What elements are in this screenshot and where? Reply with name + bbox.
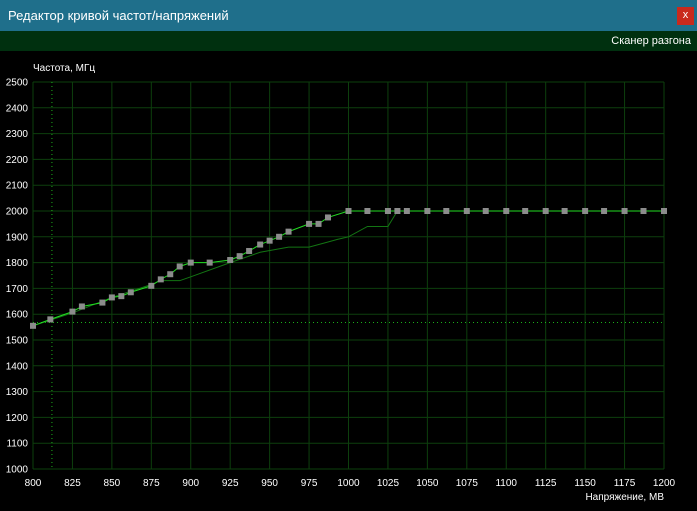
curve-point[interactable] [463,208,470,214]
curve-point[interactable] [118,293,125,300]
x-tick-label: 1200 [653,478,676,489]
curve-point[interactable] [30,322,36,329]
y-tick-label: 1000 [6,465,29,476]
close-button[interactable]: x [677,7,694,25]
x-tick-label: 975 [301,478,318,489]
curve-point[interactable] [187,259,194,266]
x-tick-label: 950 [261,478,278,489]
curve-point[interactable] [266,237,273,244]
y-tick-label: 1800 [6,258,29,269]
curve-point[interactable] [47,316,54,323]
y-tick-label: 1300 [6,387,29,398]
x-tick-label: 1100 [495,478,517,489]
y-tick-label: 1100 [6,439,28,450]
y-tick-label: 1700 [6,284,29,295]
y-tick-label: 1500 [6,336,29,347]
x-tick-label: 1025 [377,478,400,489]
chart-grid [32,81,665,470]
curve-point[interactable] [443,208,450,214]
x-tick-label: 1050 [416,478,439,489]
x-tick-label: 850 [104,478,121,489]
x-tick-label: 875 [143,478,160,489]
curve-point[interactable] [78,303,85,310]
y-tick-label: 1600 [6,310,29,321]
x-tick-label: 900 [182,478,199,489]
curve-point[interactable] [403,208,410,214]
curve-point[interactable] [236,253,243,260]
curve-point[interactable] [482,208,489,214]
y-tick-label: 2000 [6,207,29,218]
curve-point[interactable] [108,294,115,301]
x-tick-label: 1125 [535,478,557,489]
curve-point[interactable] [257,241,264,248]
curve-point[interactable] [127,289,134,296]
curve-point[interactable] [167,271,174,278]
curve-point[interactable] [306,220,313,227]
overclock-scanner-button[interactable]: Сканер разгона [611,35,691,47]
window-title: Редактор кривой частот/напряжений [8,8,229,23]
y-tick-label: 2100 [6,181,29,192]
curve-point[interactable] [561,208,568,214]
x-axis-label: Напряжение, МВ [585,492,664,503]
toolbar: Сканер разгона [0,31,697,51]
x-tick-label: 1075 [456,478,479,489]
x-tick-label: 1150 [574,478,596,489]
y-tick-label: 1200 [6,413,29,424]
y-tick-label: 2500 [6,78,29,89]
x-tick-label: 925 [222,478,239,489]
curve-point[interactable] [324,214,331,221]
curve-point[interactable] [345,208,352,214]
x-tick-label: 800 [25,478,42,489]
curve-point[interactable] [542,208,549,214]
curve-point[interactable] [640,208,647,214]
curve-point[interactable] [601,208,608,214]
curve-point[interactable] [246,247,253,254]
curve-point[interactable] [582,208,589,214]
curve-point[interactable] [503,208,510,214]
title-bar: Редактор кривой частот/напряжений x [0,0,697,31]
y-tick-label: 1900 [6,232,29,243]
curve-point[interactable] [69,308,76,315]
x-tick-label: 1000 [337,478,360,489]
vf-curve-chart[interactable]: 1000 1100 1200 1300 1400 1500 1600 1700 1800 1900… [0,51,697,511]
curve-point[interactable] [176,263,183,270]
curve-point[interactable] [206,259,213,266]
curve-point[interactable] [227,257,234,264]
curve-point[interactable] [424,208,431,214]
y-axis-label: Частота, МГц [33,63,95,74]
curve-point[interactable] [364,208,371,214]
curve-point[interactable] [157,276,164,283]
curve-point[interactable] [384,208,391,214]
curve-point[interactable] [394,208,401,214]
curve-point[interactable] [276,233,283,240]
curve-point[interactable] [522,208,529,214]
y-tick-label: 2400 [6,103,29,114]
y-tick-label: 2300 [6,129,29,140]
curve-point[interactable] [148,282,155,289]
curve-point[interactable] [621,208,628,214]
curve-point[interactable] [315,220,322,227]
curve-point[interactable] [285,228,292,235]
y-tick-label: 1400 [6,361,29,372]
x-tick-label: 1175 [614,478,636,489]
curve-point[interactable] [661,208,667,214]
y-tick-label: 2200 [6,155,29,166]
chart-axes: 1000 1100 1200 1300 1400 1500 1600 1700 1800 1900… [6,78,676,490]
curve-point[interactable] [99,299,106,306]
x-tick-label: 825 [64,478,81,489]
